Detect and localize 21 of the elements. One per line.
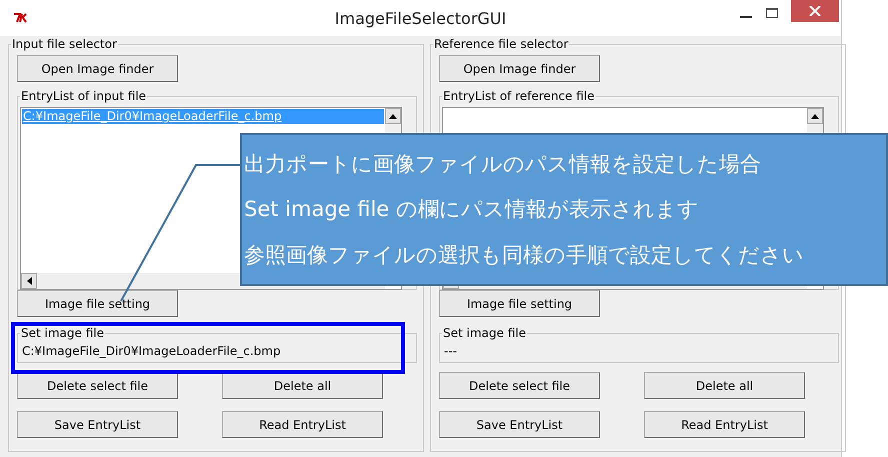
- file-path: C:¥ImageFile_Dir0¥ImageLoaderFile_c.bmp: [22, 344, 281, 358]
- group-title: EntryList of reference file: [442, 89, 596, 103]
- action-button[interactable]: Read EntryList: [222, 411, 383, 438]
- group-title: EntryList of input file: [20, 89, 148, 103]
- action-button[interactable]: Save EntryList: [17, 411, 178, 438]
- image-file-setting-button[interactable]: Image file setting: [439, 290, 600, 317]
- action-button[interactable]: Delete all: [644, 372, 805, 399]
- action-button[interactable]: Save EntryList: [439, 411, 600, 438]
- group-title: Set image file: [442, 326, 527, 340]
- action-button[interactable]: Delete select file: [439, 372, 600, 399]
- open-image-finder-button[interactable]: Open Image finder: [17, 55, 178, 82]
- action-button[interactable]: Delete select file: [17, 372, 178, 399]
- action-button[interactable]: Read EntryList: [644, 411, 805, 438]
- window-title: ImageFileSelectorGUI: [334, 8, 506, 28]
- open-image-finder-button[interactable]: Open Image finder: [439, 55, 600, 82]
- group-title: Input file selector: [11, 37, 118, 51]
- action-button[interactable]: Delete all: [222, 372, 383, 399]
- group-title: Set image file: [20, 326, 105, 340]
- file-path: ---: [444, 344, 457, 358]
- image-file-setting-button[interactable]: Image file setting: [17, 290, 178, 317]
- group-title: Reference file selector: [433, 37, 570, 51]
